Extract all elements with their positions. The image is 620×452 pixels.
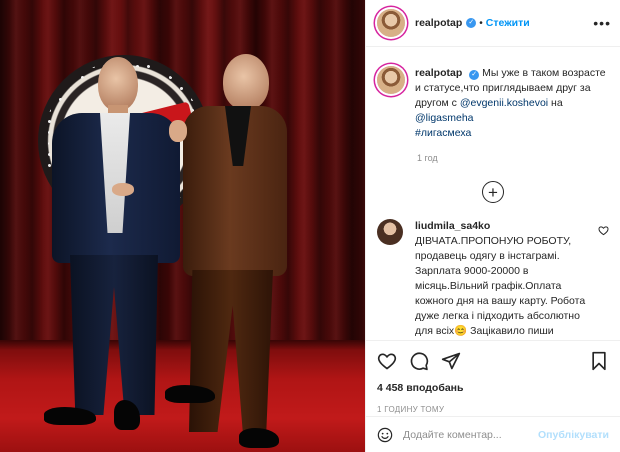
hashtag-link[interactable]: #лигасмеха bbox=[415, 127, 471, 139]
header-separator: • bbox=[479, 17, 483, 29]
mention-link-evgenii[interactable]: @evgenii.koshevoi bbox=[460, 97, 548, 109]
person-right-shoe-right bbox=[239, 428, 279, 448]
publish-button[interactable]: Опублікувати bbox=[538, 429, 609, 441]
post-photo[interactable] bbox=[0, 0, 365, 452]
mention-link-ligasmeha[interactable]: @ligasmeha bbox=[415, 112, 474, 124]
comment-body: ДІВЧАТА.ПРОПОНУЮ РОБОТУ, продавець одягу… bbox=[415, 235, 586, 337]
follow-button[interactable]: Стежити bbox=[486, 17, 530, 29]
person-left-trousers bbox=[70, 255, 158, 415]
comment-text: liudmila_sa4ko ДІВЧАТА.ПРОПОНУЮ РОБОТУ, … bbox=[415, 219, 592, 339]
commenter-avatar[interactable] bbox=[377, 219, 403, 245]
instagram-post: realpotap ✓ • Стежити ••• realpotap ✓ Мы… bbox=[0, 0, 620, 452]
person-left-shoe-left bbox=[44, 407, 96, 425]
caption-time-ago[interactable]: 1 год bbox=[417, 153, 609, 163]
person-right-hand bbox=[169, 120, 187, 142]
post-header: realpotap ✓ • Стежити ••• bbox=[366, 0, 620, 47]
comment-input[interactable] bbox=[402, 428, 538, 441]
post-side-panel: realpotap ✓ • Стежити ••• realpotap ✓ Мы… bbox=[365, 0, 620, 452]
caption-username[interactable]: realpotap bbox=[415, 67, 462, 79]
post-actions: 4 458 вподобань 1 годину тому bbox=[366, 340, 620, 414]
more-options-icon[interactable]: ••• bbox=[593, 15, 611, 31]
emoji-icon[interactable] bbox=[377, 425, 393, 445]
person-left-head bbox=[98, 57, 138, 111]
post-timestamp[interactable]: 1 годину тому bbox=[377, 405, 609, 414]
person-left-hand bbox=[112, 183, 134, 196]
action-icons-row bbox=[377, 349, 609, 373]
person-right-shoe-left bbox=[165, 385, 215, 403]
add-comment-bar: Опублікувати bbox=[366, 416, 620, 452]
post-caption: realpotap ✓ Мы уже в таком возрасте и ст… bbox=[377, 48, 609, 141]
comment-item: liudmila_sa4ko ДІВЧАТА.ПРОПОНУЮ РОБОТУ, … bbox=[377, 219, 609, 339]
verified-badge-icon: ✓ bbox=[466, 18, 477, 28]
likes-count[interactable]: 4 458 вподобань bbox=[377, 382, 609, 394]
share-icon[interactable] bbox=[441, 351, 461, 371]
heart-icon[interactable] bbox=[377, 351, 397, 371]
caption-text: realpotap ✓ Мы уже в таком возрасте и ст… bbox=[415, 66, 609, 141]
bookmark-icon[interactable] bbox=[589, 351, 609, 371]
caption-verified-badge-icon: ✓ bbox=[469, 70, 480, 80]
author-avatar[interactable] bbox=[377, 9, 405, 37]
author-username[interactable]: realpotap bbox=[415, 17, 462, 29]
person-right-brown-suit bbox=[165, 50, 295, 450]
person-right-head bbox=[223, 54, 269, 110]
commenter-username[interactable]: liudmila_sa4ko bbox=[415, 220, 490, 232]
comment-like-heart-icon[interactable] bbox=[598, 225, 609, 236]
person-right-trousers bbox=[189, 270, 273, 432]
load-more-comments-add-circle-icon[interactable]: + bbox=[482, 181, 504, 203]
comment-icon[interactable] bbox=[409, 351, 429, 371]
caption-body-middle: на bbox=[548, 97, 563, 109]
comments-scroll-area[interactable]: realpotap ✓ Мы уже в таком возрасте и ст… bbox=[366, 48, 620, 340]
caption-author-avatar[interactable] bbox=[377, 66, 405, 94]
